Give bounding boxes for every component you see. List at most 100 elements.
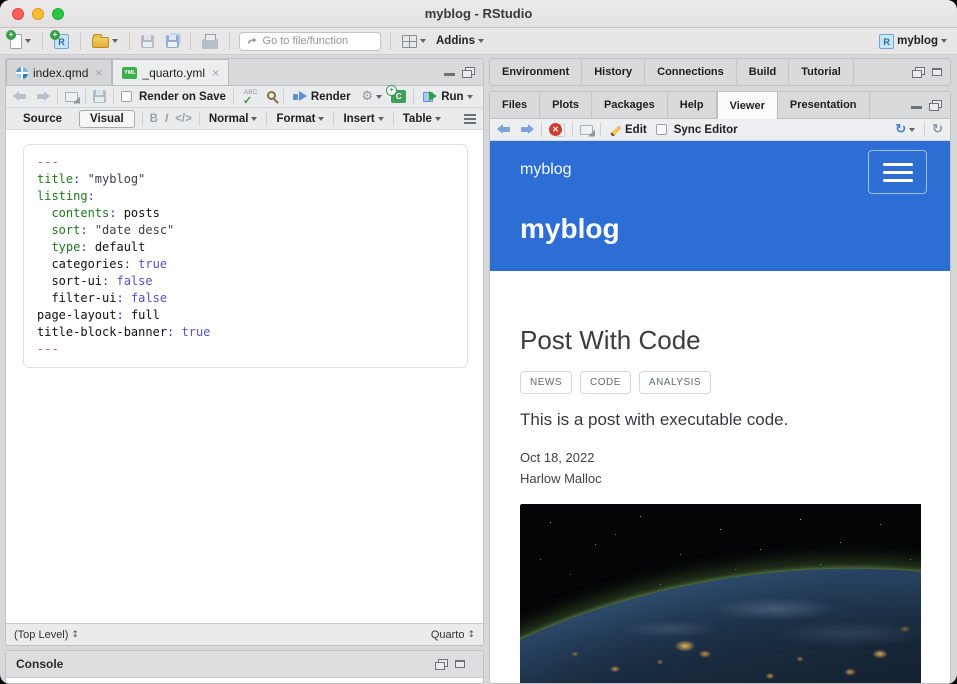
addins-button[interactable]: Addins (434, 33, 486, 49)
new-project-button[interactable] (52, 32, 71, 51)
tab-tutorial[interactable]: Tutorial (789, 59, 854, 85)
chevron-down-icon (467, 95, 473, 99)
save-button[interactable] (139, 33, 156, 50)
minimize-window-button[interactable] (32, 8, 44, 20)
edit-button[interactable]: Edit (608, 122, 649, 138)
tab-plots[interactable]: Plots (540, 92, 592, 118)
save-icon[interactable] (93, 90, 106, 103)
close-icon[interactable]: × (95, 67, 102, 79)
tab-viewer[interactable]: Viewer (717, 92, 778, 119)
minimize-pane-icon[interactable] (911, 106, 922, 109)
back-icon[interactable] (13, 91, 28, 102)
console-header[interactable]: Console (6, 651, 483, 678)
print-button[interactable] (200, 32, 220, 51)
close-icon[interactable]: × (212, 67, 219, 79)
divider (142, 111, 143, 126)
environment-tabstrip: Environment History Connections Build Tu… (490, 59, 950, 86)
publish-button[interactable]: ↻ (893, 121, 917, 138)
navbar-brand-link[interactable]: myblog (520, 161, 572, 179)
divider (113, 89, 114, 104)
open-file-button[interactable] (90, 32, 120, 50)
new-file-button[interactable] (8, 32, 33, 51)
code-button[interactable]: </> (175, 113, 192, 125)
window-title: myblog - RStudio (0, 6, 957, 21)
maximize-pane-icon[interactable] (455, 660, 465, 668)
forward-icon[interactable] (519, 124, 534, 135)
insert-label: Insert (343, 113, 374, 125)
paragraph-style-dropdown[interactable]: Normal (207, 111, 260, 127)
site-banner-title: myblog (520, 213, 620, 245)
addins-label: Addins (436, 35, 475, 47)
restore-pane-icon[interactable] (435, 659, 448, 670)
open-new-window-icon[interactable] (580, 125, 593, 135)
divider (42, 33, 43, 50)
refresh-icon[interactable]: ↻ (932, 123, 943, 136)
hamburger-menu-button[interactable] (868, 150, 927, 194)
tab-history[interactable]: History (582, 59, 645, 85)
open-new-window-icon[interactable] (65, 92, 78, 102)
bold-button[interactable]: B (150, 113, 158, 125)
chevron-down-icon (112, 39, 118, 43)
category-badge[interactable]: CODE (580, 371, 631, 394)
tab-index-qmd[interactable]: index.qmd × (6, 59, 112, 85)
sort-icon: ↕ (71, 630, 79, 640)
divider (190, 33, 191, 50)
pane-layout-button[interactable] (400, 33, 428, 50)
insert-menu[interactable]: Insert (341, 111, 385, 127)
goto-file-input[interactable] (263, 35, 373, 47)
insert-chunk-icon[interactable] (391, 90, 406, 103)
back-icon[interactable] (497, 124, 512, 135)
tab-quarto-yml[interactable]: _quarto.yml × (112, 59, 229, 85)
file-type-selector[interactable]: Quarto ↕ (431, 629, 475, 641)
render-button[interactable]: Render (291, 89, 353, 105)
maximize-pane-icon[interactable] (932, 68, 942, 76)
yaml-code-block[interactable]: ---title: "myblog"listing: contents: pos… (23, 144, 468, 368)
outline-toggle-icon[interactable] (464, 114, 476, 116)
city-lights-decoration (520, 504, 921, 683)
close-window-button[interactable] (12, 8, 24, 20)
source-mode-button[interactable]: Source (13, 111, 72, 127)
post-date: Oct 18, 2022 (520, 448, 924, 469)
tab-packages[interactable]: Packages (592, 92, 668, 118)
scope-selector[interactable]: (Top Level) ↕ (14, 629, 79, 641)
post-title: Post With Code (520, 325, 924, 356)
tab-help[interactable]: Help (668, 92, 717, 118)
save-all-button[interactable] (162, 33, 181, 50)
divider (924, 122, 925, 137)
console-body[interactable] (6, 678, 483, 683)
maximize-pane-icon[interactable] (462, 67, 475, 78)
category-badge[interactable]: NEWS (520, 371, 572, 394)
sync-editor-checkbox[interactable] (656, 124, 667, 135)
divider (572, 122, 573, 137)
render-on-save-checkbox[interactable] (121, 91, 132, 102)
format-menu[interactable]: Format (274, 111, 326, 127)
stop-button[interactable] (549, 123, 565, 136)
chevron-down-icon (478, 39, 484, 43)
maximize-pane-icon[interactable] (929, 100, 942, 111)
tab-connections[interactable]: Connections (645, 59, 737, 85)
goto-arrow-icon (247, 35, 258, 47)
run-button[interactable]: Run (421, 89, 474, 105)
project-menu-button[interactable]: myblog (877, 32, 949, 51)
editor-content[interactable]: ---title: "myblog"listing: contents: pos… (6, 130, 483, 623)
spellcheck-icon[interactable] (241, 89, 260, 105)
render-options-button[interactable]: ⚙ (360, 88, 385, 105)
category-badge[interactable]: ANALYSIS (639, 371, 711, 394)
minimize-pane-icon[interactable] (444, 73, 455, 76)
chevron-down-icon (941, 39, 947, 43)
tab-environment[interactable]: Environment (490, 59, 582, 85)
run-label: Run (441, 91, 463, 103)
restore-pane-icon[interactable] (912, 67, 925, 78)
zoom-window-button[interactable] (52, 8, 64, 20)
forward-icon[interactable] (35, 91, 50, 102)
tab-files[interactable]: Files (490, 92, 540, 118)
chevron-down-icon (251, 117, 257, 121)
search-icon[interactable] (267, 91, 276, 100)
tab-presentation[interactable]: Presentation (778, 92, 870, 118)
divider (413, 89, 414, 104)
table-menu[interactable]: Table (401, 111, 443, 127)
italic-button[interactable]: I (165, 113, 168, 125)
tab-build[interactable]: Build (737, 59, 790, 85)
visual-mode-button[interactable]: Visual (79, 110, 135, 128)
goto-file-search[interactable] (239, 32, 381, 51)
